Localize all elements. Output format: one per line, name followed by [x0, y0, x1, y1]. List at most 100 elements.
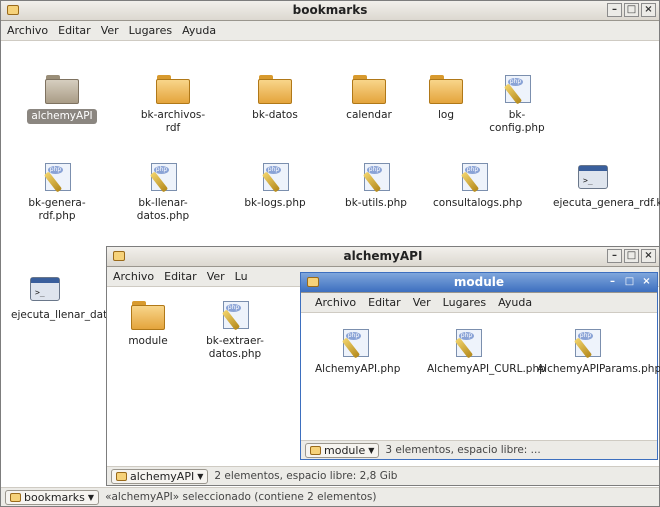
- status-text: «alchemyAPI» seleccionado (contiene 2 el…: [105, 491, 377, 503]
- menu-ver[interactable]: Ver: [101, 24, 119, 37]
- bookmarks-statusbar: bookmarks ▼ «alchemyAPI» seleccionado (co…: [1, 487, 659, 506]
- location-label: module: [324, 443, 366, 457]
- minimize-button[interactable]: –: [607, 249, 622, 263]
- terminal-script-icon: >_: [575, 161, 611, 193]
- menu-editar[interactable]: Editar: [164, 270, 197, 283]
- close-button[interactable]: ×: [641, 3, 656, 17]
- minimize-button[interactable]: –: [607, 3, 622, 17]
- file-item[interactable]: php bk-extraer-datos.php: [199, 299, 271, 361]
- menu-lugares[interactable]: Lugares: [443, 296, 486, 309]
- php-file-icon: php: [337, 327, 373, 359]
- file-label: ejecuta_llenar_datos.ksh: [11, 309, 141, 321]
- file-label: bk-logs.php: [244, 197, 306, 209]
- file-label: bk-extraer-datos.php: [206, 335, 264, 360]
- folder-icon: [257, 73, 293, 105]
- menu-ayuda[interactable]: Ayuda: [182, 24, 216, 37]
- file-label: ejecuta_genera_rdf.ksh: [553, 197, 660, 209]
- dropdown-arrow-icon: ▼: [197, 471, 204, 481]
- menu-lugares[interactable]: Lu: [235, 270, 248, 283]
- location-button[interactable]: module ▼: [305, 442, 380, 458]
- file-item[interactable]: log: [421, 73, 471, 122]
- file-label: bk-datos: [252, 109, 298, 121]
- file-label: AlchemyAPI.php: [315, 363, 401, 375]
- php-file-icon: php: [456, 161, 492, 193]
- status-text: 3 elementos, espacio libre: ...: [385, 444, 541, 456]
- window-title: bookmarks: [292, 3, 368, 17]
- dropdown-arrow-icon: ▼: [87, 492, 95, 502]
- menu-ver[interactable]: Ver: [413, 296, 431, 309]
- file-item[interactable]: php bk-logs.php: [227, 161, 323, 210]
- file-label: bk-utils.php: [345, 197, 407, 209]
- menu-editar[interactable]: Editar: [368, 296, 401, 309]
- close-button[interactable]: ×: [641, 249, 656, 263]
- file-item[interactable]: bk-archivos-rdf: [137, 73, 209, 135]
- php-file-icon: php: [569, 327, 605, 359]
- file-item[interactable]: alchemyAPI: [27, 73, 97, 124]
- file-label: calendar: [346, 109, 392, 121]
- php-file-icon: php: [217, 299, 253, 331]
- file-label: bk-genera-rdf.php: [28, 197, 86, 222]
- file-item[interactable]: php consultalogs.php: [433, 161, 523, 210]
- maximize-button[interactable]: □: [624, 249, 639, 263]
- module-window[interactable]: module – □ × Archivo Editar Ver Lugares …: [300, 272, 660, 460]
- folder-icon: [116, 471, 127, 481]
- menubar: Archivo Editar Ver Lugares Ayuda: [1, 21, 659, 41]
- file-item[interactable]: >_ ejecuta_genera_rdf.ksh: [553, 161, 660, 210]
- file-label: module: [128, 335, 168, 347]
- alchemyapi-titlebar[interactable]: alchemyAPI – □ ×: [107, 247, 659, 267]
- file-label: log: [437, 109, 454, 121]
- menu-ayuda[interactable]: Ayuda: [498, 296, 532, 309]
- location-label: alchemyAPI: [130, 469, 195, 483]
- minimize-button[interactable]: –: [605, 275, 620, 289]
- location-button[interactable]: bookmarks ▼: [5, 489, 100, 505]
- file-item[interactable]: calendar: [337, 73, 401, 122]
- window-title: module: [453, 275, 505, 289]
- file-label: bk-config.php: [489, 109, 545, 134]
- php-file-icon: php: [450, 327, 486, 359]
- folder-icon: [10, 492, 21, 502]
- location-label: bookmarks: [24, 490, 85, 504]
- folder-icon: [130, 299, 166, 331]
- file-label: bk-archivos-rdf: [140, 109, 206, 134]
- menu-archivo[interactable]: Archivo: [7, 24, 48, 37]
- file-label: alchemyAPI: [27, 109, 97, 124]
- module-titlebar[interactable]: module – □ ×: [301, 273, 657, 293]
- folder-icon: [310, 445, 321, 455]
- status-text: 2 elementos, espacio libre: 2,8 Gib: [214, 470, 398, 482]
- menubar: Archivo Editar Ver Lugares Ayuda: [301, 293, 657, 313]
- folder-icon: [351, 73, 387, 105]
- terminal-script-icon: >_: [27, 273, 63, 305]
- file-item[interactable]: module: [121, 299, 175, 348]
- file-item[interactable]: php bk-config.php: [487, 73, 547, 135]
- menu-editar[interactable]: Editar: [58, 24, 91, 37]
- dropdown-arrow-icon: ▼: [368, 445, 375, 455]
- folder-icon: [428, 73, 464, 105]
- bookmarks-titlebar[interactable]: bookmarks – □ ×: [1, 1, 659, 21]
- window-title: alchemyAPI: [343, 249, 423, 263]
- file-item[interactable]: php AlchemyAPIParams.php: [537, 327, 660, 376]
- file-label: bk-llenar-datos.php: [136, 197, 190, 222]
- maximize-button[interactable]: □: [622, 275, 637, 289]
- php-file-icon: php: [39, 161, 75, 193]
- menu-ver[interactable]: Ver: [207, 270, 225, 283]
- file-item[interactable]: php AlchemyAPI.php: [315, 327, 401, 376]
- location-button[interactable]: alchemyAPI ▼: [111, 468, 209, 484]
- php-file-icon: php: [145, 161, 181, 193]
- file-item[interactable]: bk-datos: [245, 73, 305, 122]
- menu-lugares[interactable]: Lugares: [129, 24, 172, 37]
- close-button[interactable]: ×: [639, 275, 654, 289]
- menu-archivo[interactable]: Archivo: [113, 270, 154, 283]
- alchemyapi-statusbar: alchemyAPI ▼ 2 elementos, espacio libre: …: [107, 466, 659, 485]
- file-item[interactable]: >_ ejecuta_llenar_datos.ksh: [11, 273, 141, 322]
- php-file-icon: php: [499, 73, 535, 105]
- file-item[interactable]: php AlchemyAPI_CURL.php: [427, 327, 546, 376]
- file-item[interactable]: php bk-genera-rdf.php: [11, 161, 103, 223]
- menu-archivo[interactable]: Archivo: [315, 296, 356, 309]
- file-item[interactable]: php bk-llenar-datos.php: [123, 161, 203, 223]
- file-label: consultalogs.php: [433, 197, 523, 209]
- module-content[interactable]: php AlchemyAPI.php php AlchemyAPI_CURL.p…: [301, 313, 660, 440]
- php-file-icon: php: [358, 161, 394, 193]
- module-statusbar: module ▼ 3 elementos, espacio libre: ...: [301, 440, 657, 459]
- maximize-button[interactable]: □: [624, 3, 639, 17]
- file-item[interactable]: php bk-utils.php: [331, 161, 421, 210]
